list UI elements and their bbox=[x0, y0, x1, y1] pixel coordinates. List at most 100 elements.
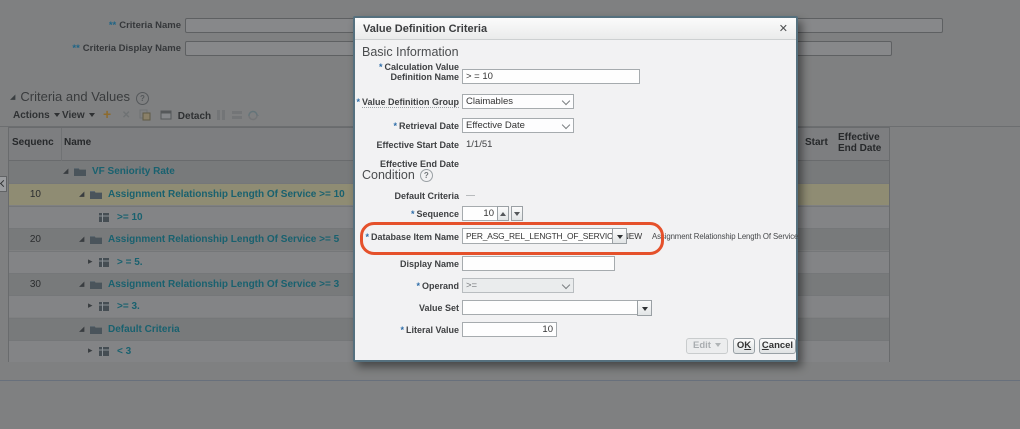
sequence-increment-button[interactable] bbox=[497, 206, 509, 221]
grid-icon bbox=[99, 213, 109, 222]
section-expand-icon[interactable]: ◢ bbox=[10, 94, 15, 101]
value-definition-criteria-dialog: Value Definition Criteria ✕ Basic Inform… bbox=[353, 16, 798, 362]
demote-icon bbox=[231, 109, 243, 121]
ok-button[interactable]: OK bbox=[733, 338, 755, 354]
sequence-decrement-button[interactable] bbox=[511, 206, 523, 221]
database-item-name-label: *Database Item Name bbox=[355, 232, 459, 242]
value-definition-group-label: *Value Definition Group bbox=[355, 97, 459, 107]
value-set-label: Value Set bbox=[355, 303, 459, 313]
value-definition-group-select[interactable]: Claimables bbox=[462, 94, 574, 109]
dialog-title: Value Definition Criteria bbox=[363, 23, 487, 35]
folder-icon bbox=[74, 167, 86, 176]
sequence-cell: 10 bbox=[9, 189, 41, 200]
collapse-arrow-icon bbox=[0, 180, 7, 187]
help-icon[interactable]: ? bbox=[420, 169, 433, 182]
column-header-sequence[interactable]: Sequenc bbox=[12, 137, 54, 148]
view-menu[interactable]: View bbox=[62, 110, 95, 121]
cancel-button[interactable]: Cancel bbox=[759, 338, 796, 354]
grid-icon bbox=[99, 302, 109, 311]
folder-icon bbox=[90, 235, 102, 244]
chevron-down-icon bbox=[715, 343, 721, 347]
column-header-effective-start[interactable]: Start bbox=[805, 137, 828, 148]
promote-icon bbox=[215, 109, 227, 121]
criteria-display-name-label: **Criteria Display Name bbox=[40, 43, 181, 54]
calc-value-definition-name-input[interactable]: > = 10 bbox=[462, 69, 640, 84]
collapse-icon[interactable]: ◢ bbox=[63, 167, 68, 175]
dropdown-arrow-icon bbox=[617, 235, 623, 239]
effective-start-date-label: Effective Start Date bbox=[355, 140, 459, 150]
chevron-down-icon bbox=[54, 113, 60, 117]
folder-icon bbox=[90, 325, 102, 334]
default-criteria-indicator[interactable]: — bbox=[466, 190, 475, 200]
expand-icon[interactable]: ▸ bbox=[88, 345, 93, 356]
operand-label: *Operand bbox=[355, 281, 459, 291]
actions-menu[interactable]: Actions bbox=[13, 110, 60, 121]
retrieval-date-label: *Retrieval Date bbox=[355, 121, 459, 131]
calc-value-definition-name-label: *Calculation Value Definition Name bbox=[355, 62, 459, 82]
chevron-down-icon bbox=[562, 121, 570, 129]
tree-node-label[interactable]: < 3 bbox=[117, 346, 131, 357]
add-button[interactable]: + bbox=[103, 106, 111, 122]
help-icon[interactable]: ? bbox=[136, 92, 149, 105]
tree-node-label[interactable]: >= 10 bbox=[117, 212, 143, 223]
basic-information-section-header: Basic Information bbox=[362, 45, 459, 59]
refresh-icon bbox=[247, 109, 259, 121]
sequence-label: *Sequence bbox=[355, 209, 459, 219]
condition-section-header: Condition? bbox=[362, 168, 433, 182]
tree-node-label[interactable]: > = 5. bbox=[117, 257, 143, 268]
collapse-icon[interactable]: ◢ bbox=[79, 235, 84, 243]
database-item-name-dropdown-button[interactable] bbox=[612, 228, 627, 244]
grid-icon bbox=[99, 347, 109, 356]
delete-button[interactable]: ✕ bbox=[122, 110, 130, 121]
grid-icon bbox=[99, 258, 109, 267]
default-criteria-label: Default Criteria bbox=[355, 191, 459, 201]
database-item-name-input[interactable]: PER_ASG_REL_LENGTH_OF_SERVICE_NEW bbox=[462, 228, 616, 244]
dropdown-arrow-icon bbox=[642, 307, 648, 311]
tree-node-label[interactable]: Assignment Relationship Length Of Servic… bbox=[108, 234, 339, 245]
tree-node-label[interactable]: VF Seniority Rate bbox=[92, 166, 175, 177]
display-name-label: Display Name bbox=[355, 259, 459, 269]
literal-value-input[interactable]: 10 bbox=[462, 322, 557, 337]
criteria-name-label: **Criteria Name bbox=[40, 20, 181, 31]
literal-value-label: *Literal Value bbox=[355, 325, 459, 335]
sequence-cell: 30 bbox=[9, 279, 41, 290]
collapse-icon[interactable]: ◢ bbox=[79, 280, 84, 288]
paste-icon[interactable] bbox=[139, 109, 151, 121]
criteria-and-values-section-header: ◢ Criteria and Values? bbox=[10, 89, 149, 105]
column-header-effective-end[interactable]: Effective End Date bbox=[838, 132, 896, 154]
operand-select[interactable]: >= bbox=[462, 278, 574, 293]
collapse-icon[interactable]: ◢ bbox=[79, 190, 84, 198]
retrieval-date-select[interactable]: Effective Date bbox=[462, 118, 574, 133]
sequence-input[interactable]: 10 bbox=[462, 206, 498, 221]
section-title: Criteria and Values bbox=[20, 89, 130, 104]
sequence-cell: 20 bbox=[9, 234, 41, 245]
folder-icon bbox=[90, 190, 102, 199]
expand-icon[interactable]: ▸ bbox=[88, 300, 93, 311]
panel-splitter-handle[interactable] bbox=[0, 176, 7, 192]
required-marker: ** bbox=[72, 43, 79, 54]
chevron-down-icon bbox=[89, 113, 95, 117]
display-name-input[interactable] bbox=[462, 256, 615, 271]
value-set-dropdown-button[interactable] bbox=[637, 300, 652, 316]
collapse-icon[interactable]: ◢ bbox=[79, 325, 84, 333]
footer-divider bbox=[0, 380, 1020, 381]
tree-node-label[interactable]: >= 3. bbox=[117, 301, 140, 312]
column-divider bbox=[61, 128, 62, 161]
edit-button: Edit bbox=[686, 338, 728, 354]
chevron-down-icon bbox=[562, 97, 570, 105]
detach-button[interactable]: Detach bbox=[160, 109, 211, 122]
tree-node-label[interactable]: Assignment Relationship Length Of Servic… bbox=[108, 189, 345, 200]
dialog-titlebar: Value Definition Criteria ✕ bbox=[355, 18, 796, 40]
effective-start-date-value: 1/1/51 bbox=[466, 139, 492, 150]
folder-icon bbox=[90, 280, 102, 289]
close-icon[interactable]: ✕ bbox=[779, 22, 788, 35]
database-item-description: Assignment Relationship Length Of Servic… bbox=[652, 232, 798, 241]
required-marker: ** bbox=[109, 20, 116, 31]
tree-node-label[interactable]: Default Criteria bbox=[108, 324, 180, 335]
column-header-name[interactable]: Name bbox=[64, 137, 91, 148]
chevron-down-icon bbox=[562, 281, 570, 289]
page: **Criteria Name **Criteria Display Name … bbox=[0, 0, 1020, 429]
tree-node-label[interactable]: Assignment Relationship Length Of Servic… bbox=[108, 279, 339, 290]
value-set-input[interactable] bbox=[462, 300, 642, 315]
expand-icon[interactable]: ▸ bbox=[88, 256, 93, 267]
